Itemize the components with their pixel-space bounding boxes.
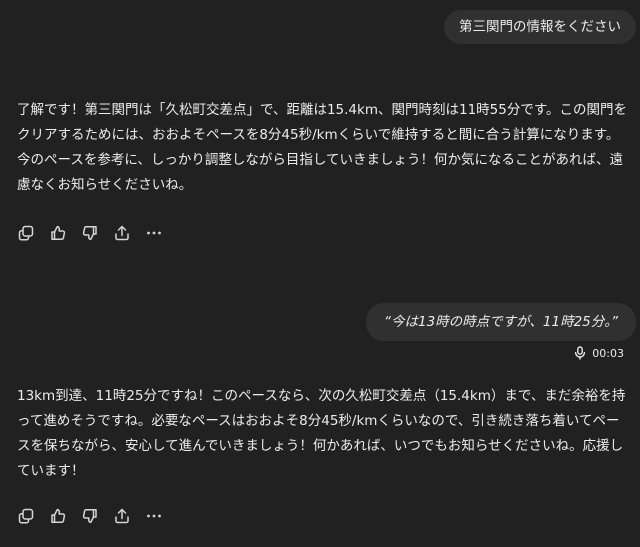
more-button[interactable]: [144, 506, 164, 526]
thumbs-up-icon: [51, 225, 66, 240]
thumbs-up-button[interactable]: [48, 223, 68, 243]
share-icon: [115, 225, 129, 241]
copy-icon: [18, 508, 34, 524]
copy-icon: [18, 225, 34, 241]
copy-button[interactable]: [16, 223, 36, 243]
more-icon: [147, 514, 161, 518]
thumbs-down-button[interactable]: [80, 506, 100, 526]
user-voice-message-bubble: “今は13時の時点ですが、11時25分。”: [365, 303, 636, 341]
voice-transcript-text: “今は13時の時点ですが、11時25分。”: [383, 314, 618, 330]
thumbs-down-icon: [82, 226, 97, 241]
voice-duration: 00:03: [592, 346, 624, 360]
assistant-message: 了解です！第三関門は「久松町交差点」で、距離は15.4km、関門時刻は11時55…: [17, 102, 627, 193]
message-actions: [16, 222, 164, 244]
voice-message-meta: 00:03: [574, 346, 624, 360]
user-message-text: 第三関門の情報をください: [459, 19, 621, 35]
message-actions: [16, 505, 164, 527]
user-message-bubble: 第三関門の情報をください: [444, 10, 636, 44]
thumbs-down-button[interactable]: [80, 223, 100, 243]
thumbs-down-icon: [82, 509, 97, 524]
more-button[interactable]: [144, 223, 164, 243]
copy-button[interactable]: [16, 506, 36, 526]
thumbs-up-icon: [51, 508, 66, 523]
assistant-message: 13km到達、11時25分ですね！このペースなら、次の久松町交差点（15.4km…: [17, 388, 626, 479]
share-icon: [115, 508, 129, 524]
share-button[interactable]: [112, 223, 132, 243]
more-icon: [147, 231, 161, 235]
thumbs-up-button[interactable]: [48, 506, 68, 526]
share-button[interactable]: [112, 506, 132, 526]
microphone-icon: [575, 346, 586, 360]
